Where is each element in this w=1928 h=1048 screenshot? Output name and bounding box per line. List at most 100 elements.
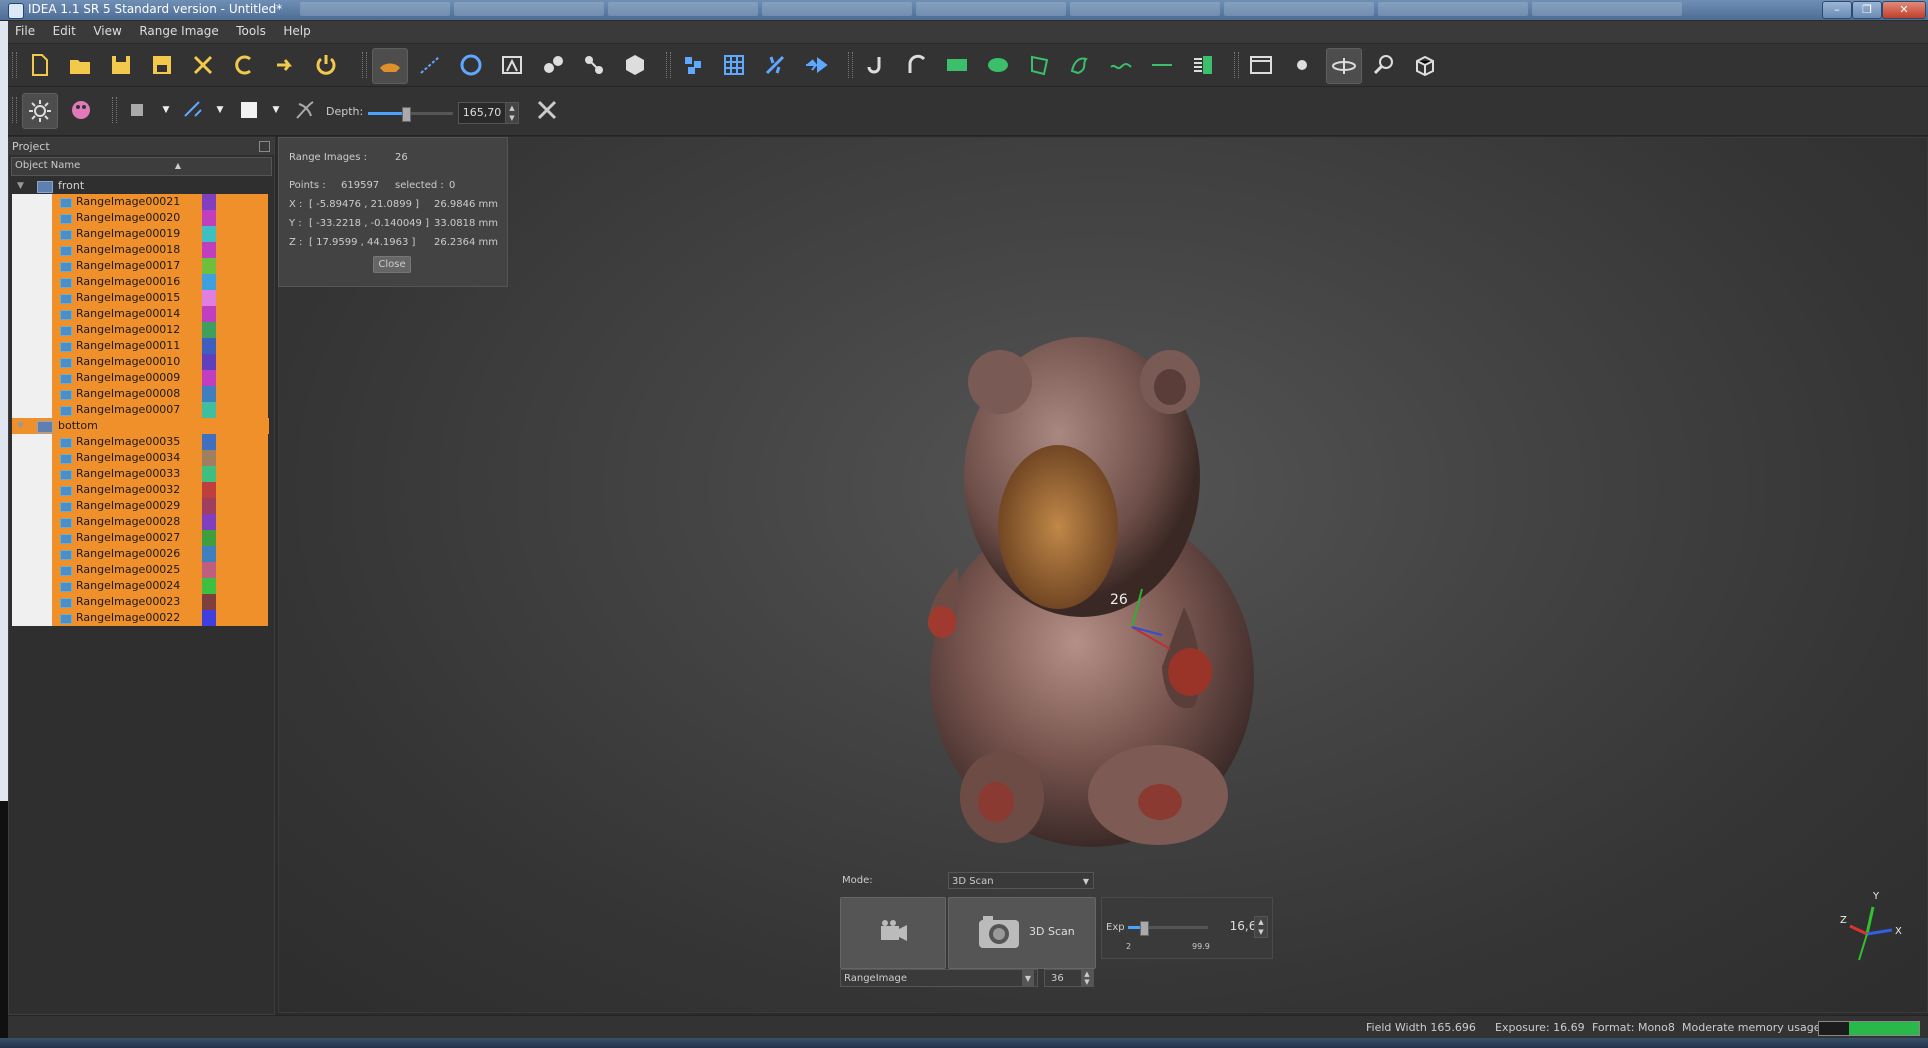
color-swatch[interactable] [202,306,216,322]
dock-icon[interactable] [259,141,270,152]
redo-icon[interactable] [268,48,302,82]
freeform-icon[interactable] [1063,48,1097,82]
tree-item[interactable]: RangeImage00025 [12,562,269,578]
tree-group-bottom[interactable]: ▼ bottom [12,418,269,434]
chevron-down-icon[interactable]: ▼ [266,93,286,127]
menu-range-image[interactable]: Range Image [132,21,225,41]
tree-item[interactable]: RangeImage00021 [12,194,269,210]
undo-icon[interactable] [227,48,261,82]
tree-item[interactable]: RangeImage00016 [12,274,269,290]
scanned-bear-model[interactable]: 26 [878,327,1298,847]
info-close-button[interactable]: Close [373,256,411,273]
save-as-icon[interactable] [145,48,179,82]
delete-icon[interactable] [186,48,220,82]
color-swatch[interactable] [202,290,216,306]
color-swatch[interactable] [202,466,216,482]
tree-item[interactable]: RangeImage00035 [12,434,269,450]
video-capture-button[interactable] [840,897,946,969]
tree-item[interactable]: RangeImage00019 [12,226,269,242]
tree-item[interactable]: RangeImage00010 [12,354,269,370]
color-swatch[interactable] [202,322,216,338]
3d-viewport[interactable]: Range Images : 26 Points : 619597 select… [278,137,1928,1013]
menu-view[interactable]: View [86,21,128,41]
menu-edit[interactable]: Edit [46,21,83,41]
tree-item[interactable]: RangeImage00007 [12,402,269,418]
color-swatch[interactable] [202,242,216,258]
column-header-object-name[interactable]: Object Name ▲ [11,157,272,176]
menu-tools[interactable]: Tools [229,21,273,41]
depth-slider[interactable] [368,107,453,122]
toolbar-grip[interactable] [362,52,367,78]
square-select-icon[interactable] [120,93,154,127]
global-register-icon[interactable] [454,48,488,82]
color-swatch[interactable] [202,258,216,274]
curve-hook-icon[interactable] [858,48,892,82]
tree-item[interactable]: RangeImage00015 [12,290,269,306]
tree-item[interactable]: RangeImage00008 [12,386,269,402]
tree-item[interactable]: RangeImage00032 [12,482,269,498]
tools-icon[interactable] [530,93,564,127]
color-swatch[interactable] [202,386,216,402]
window-icon[interactable] [1244,48,1278,82]
color-swatch[interactable] [202,226,216,242]
select-grid-icon[interactable] [676,48,710,82]
curve-arc-icon[interactable] [899,48,933,82]
ellipse-icon[interactable] [981,48,1015,82]
orbit-icon[interactable] [1326,48,1362,84]
color-swatch[interactable] [202,546,216,562]
toolbar-grip[interactable] [666,52,671,78]
save-icon[interactable] [104,48,138,82]
tree-item[interactable]: RangeImage00027 [12,530,269,546]
chevron-down-icon[interactable]: ▼ [210,93,230,127]
color-swatch[interactable] [202,482,216,498]
rectangle-icon[interactable] [940,48,974,82]
range-count-spinner[interactable]: ▲ ▼ [1081,970,1093,986]
color-swatch[interactable] [202,338,216,354]
tree-item[interactable]: RangeImage00024 [12,578,269,594]
color-swatch[interactable] [202,434,216,450]
palette-icon[interactable] [64,93,98,127]
color-swatch[interactable] [202,210,216,226]
zoom-icon[interactable] [1367,48,1401,82]
range-scan-icon[interactable] [372,48,408,84]
expand-toggle-icon[interactable]: ▼ [17,181,24,191]
new-file-icon[interactable] [22,48,56,82]
color-swatch[interactable] [202,194,216,210]
tree-item[interactable]: RangeImage00017 [12,258,269,274]
tree-item[interactable]: RangeImage00023 [12,594,269,610]
cube-view-icon[interactable] [1408,48,1442,82]
line-icon[interactable] [1145,48,1179,82]
minimize-button[interactable]: – [1822,1,1852,19]
light-icon[interactable] [22,93,58,129]
toolbar-grip[interactable] [1234,52,1239,78]
tree-group-front[interactable]: ▼ front [12,178,269,194]
hexagon-icon[interactable] [536,48,570,82]
tree-item[interactable]: RangeImage00034 [12,450,269,466]
color-swatch[interactable] [202,530,216,546]
color-swatch[interactable] [202,402,216,418]
rotate-dot-icon[interactable] [1285,48,1319,82]
power-icon[interactable] [309,48,343,82]
color-swatch[interactable] [202,594,216,610]
3d-scan-button[interactable]: 3D Scan [948,897,1096,969]
exposure-slider-thumb[interactable] [1140,921,1149,936]
grid-icon[interactable] [717,48,751,82]
color-swatch[interactable] [202,370,216,386]
tree-item[interactable]: RangeImage00033 [12,466,269,482]
tree-item[interactable]: RangeImage00020 [12,210,269,226]
color-swatch[interactable] [202,578,216,594]
color-swatch[interactable] [202,354,216,370]
tree-item[interactable]: RangeImage00018 [12,242,269,258]
brush-icon[interactable] [288,93,322,127]
poly-icon[interactable] [577,48,611,82]
exposure-slider[interactable] [1128,921,1208,936]
tree-item[interactable]: RangeImage00009 [12,370,269,386]
layer-panel-icon[interactable] [1186,48,1220,82]
tree-item[interactable]: RangeImage00026 [12,546,269,562]
tree-item[interactable]: RangeImage00012 [12,322,269,338]
maximize-button[interactable]: ❐ [1852,1,1882,19]
toolbar-grip[interactable] [12,97,17,123]
tree-item[interactable]: RangeImage00011 [12,338,269,354]
polygon-icon[interactable] [1022,48,1056,82]
depth-spinner[interactable]: ▲ ▼ [505,102,519,124]
